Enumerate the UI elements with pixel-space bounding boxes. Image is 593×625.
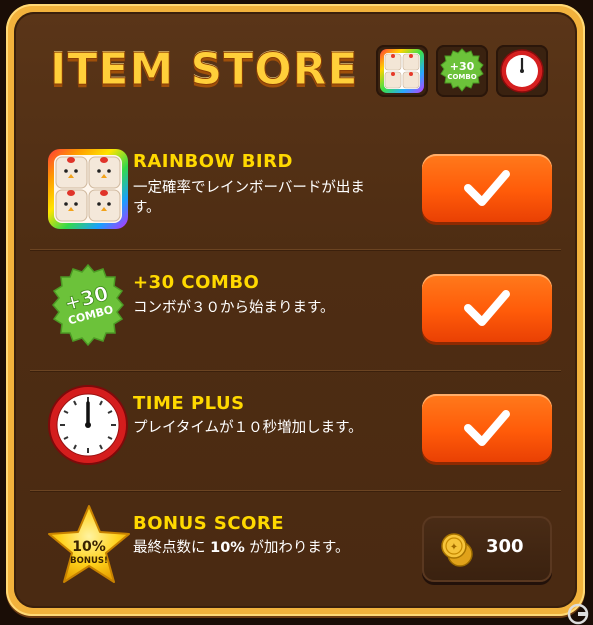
slot-combo-bottom: COMBO bbox=[447, 73, 476, 81]
item-name-rainbow-bird: RAINBOW BIRD bbox=[133, 151, 293, 172]
slot-rainbow-bird[interactable] bbox=[376, 45, 428, 97]
combo-icon: +30 COMBO bbox=[52, 263, 124, 347]
desc-bold: 10% bbox=[210, 540, 245, 556]
watermark-logo bbox=[567, 603, 589, 625]
desc-pre: 最終点数に bbox=[133, 540, 211, 556]
item-name-bonus-score: BONUS SCORE bbox=[133, 513, 285, 534]
item-rainbow-bird-icon bbox=[46, 149, 130, 233]
coin-icon: ✦ bbox=[441, 533, 473, 567]
item-desc-rainbow-bird: 一定確率でレインボーバードが出ます。 bbox=[133, 180, 365, 216]
slot-combo[interactable]: +30 COMBO bbox=[436, 45, 488, 97]
rainbow-bird-check-button[interactable] bbox=[422, 154, 552, 222]
item-clock-icon bbox=[46, 383, 130, 471]
item-name-combo: +30 COMBO bbox=[133, 272, 260, 293]
bonus-score-buy-button[interactable]: ✦ 300 bbox=[422, 516, 552, 582]
svg-text:✦: ✦ bbox=[450, 542, 458, 553]
row-divider bbox=[30, 370, 561, 371]
item-desc-combo: コンボが３０から始まります。 bbox=[133, 300, 335, 316]
row-divider bbox=[30, 490, 561, 491]
combo-check-button[interactable] bbox=[422, 274, 552, 342]
check-icon bbox=[464, 410, 510, 446]
slot-combo-top: +30 bbox=[450, 60, 475, 73]
clock-icon bbox=[48, 385, 128, 465]
clock-icon bbox=[500, 49, 544, 93]
desc-post: が加わります。 bbox=[244, 540, 350, 556]
item-name-time-plus: TIME PLUS bbox=[133, 393, 245, 414]
item-desc-bonus-score: 最終点数に 10% が加わります。 bbox=[133, 538, 378, 558]
rainbow-bird-icon bbox=[380, 49, 424, 93]
page-title: ITEM STORE bbox=[50, 44, 359, 96]
combo-icon: +30 COMBO bbox=[440, 48, 484, 92]
time-plus-check-button[interactable] bbox=[422, 394, 552, 462]
check-icon bbox=[464, 290, 510, 326]
item-desc-time-plus: プレイタイムが１０秒増加します。 bbox=[133, 420, 363, 436]
item-combo-icon: +30 COMBO bbox=[46, 263, 130, 351]
slot-clock[interactable] bbox=[496, 45, 548, 97]
row-divider bbox=[30, 249, 561, 250]
price-label: 300 bbox=[486, 536, 524, 557]
rainbow-bird-icon bbox=[48, 149, 128, 229]
item-bonus-star-icon: 10% BONUS! bbox=[44, 502, 134, 596]
bonus-star-icon: 10% BONUS! bbox=[48, 505, 130, 583]
check-icon bbox=[464, 170, 510, 206]
bonus-star-bottom: BONUS! bbox=[70, 556, 108, 566]
bonus-star-top: 10% bbox=[72, 539, 106, 555]
